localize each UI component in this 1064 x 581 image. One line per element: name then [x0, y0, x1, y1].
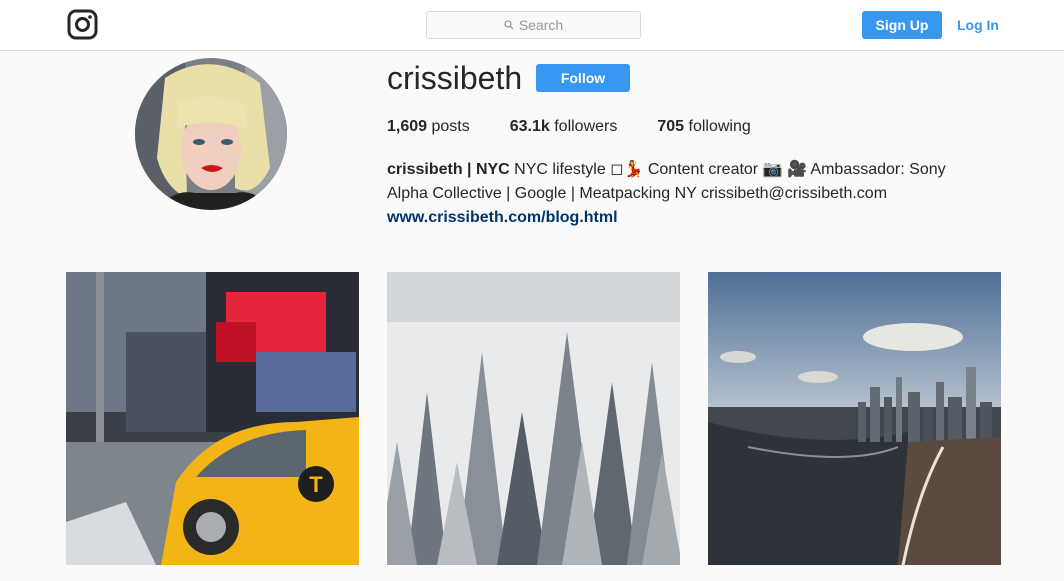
sign-up-button[interactable]: Sign Up — [862, 11, 942, 39]
search-icon — [504, 17, 514, 33]
search-placeholder: Search — [518, 17, 564, 33]
followers-stat[interactable]: 63.1k followers — [510, 118, 618, 136]
instagram-logo-icon[interactable] — [67, 9, 98, 40]
profile-username: crissibeth — [387, 60, 523, 96]
followers-count: 63.1k — [509, 118, 550, 135]
posts-count: 1,609 — [387, 118, 428, 135]
posts-label: posts — [427, 118, 470, 135]
bio-full-name: crissibeth | NYC — [387, 161, 510, 178]
svg-text:T: T — [309, 472, 323, 497]
post-thumbnail-skyline[interactable] — [708, 272, 1001, 565]
post-thumbnail-forest[interactable] — [387, 272, 680, 565]
following-count: 705 — [657, 118, 685, 135]
followers-label: followers — [549, 118, 618, 135]
profile-avatar[interactable] — [135, 58, 287, 210]
profile-bio: crissibeth | NYC NYC lifestyle ◻💃 Conten… — [387, 158, 987, 230]
top-nav-bar: Search Sign Up Log In — [0, 0, 1064, 51]
bio-website-link[interactable]: www.crissibeth.com/blog.html — [387, 206, 987, 230]
search-input[interactable]: Search — [426, 11, 641, 39]
following-label: following — [684, 118, 751, 135]
following-stat[interactable]: 705 following — [657, 118, 750, 136]
follow-button[interactable]: Follow — [536, 64, 630, 92]
post-thumbnail-taxi[interactable]: T — [66, 272, 359, 565]
log-in-link[interactable]: Log In — [957, 17, 999, 33]
profile-stats: 1,609 posts 63.1k followers 705 followin… — [387, 118, 791, 136]
posts-stat: 1,609 posts — [387, 118, 470, 136]
